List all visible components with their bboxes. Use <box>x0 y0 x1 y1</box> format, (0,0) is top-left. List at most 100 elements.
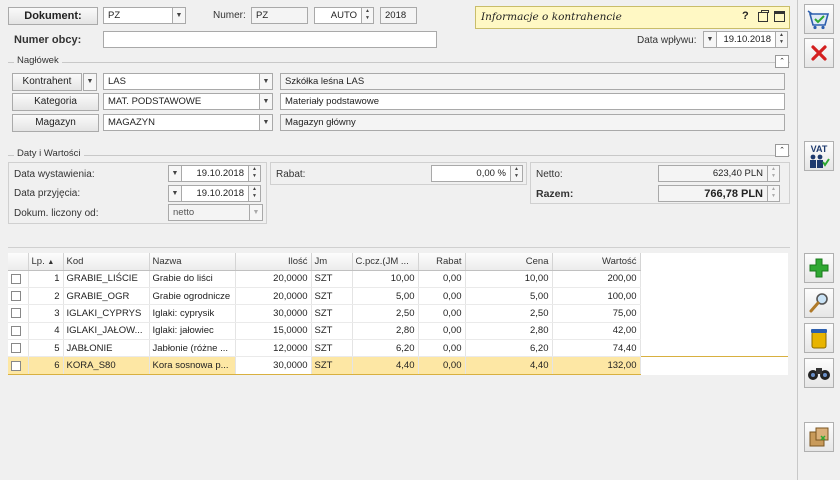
column-header-lp[interactable]: Lp. ▲ <box>28 253 64 271</box>
trash-icon <box>811 329 827 349</box>
save-button[interactable] <box>804 4 834 34</box>
cell-nazwa: Grabie ogrodnicze <box>149 287 236 306</box>
vat-button[interactable]: VAT <box>804 141 834 171</box>
row-checkbox[interactable] <box>8 339 29 358</box>
cell-rabat: 0,00 <box>418 270 466 288</box>
naglowek-collapse-button[interactable]: ⌃ <box>775 55 789 68</box>
table-row[interactable]: 5 JABŁONIE Jabłonie (różne ... 12,0000 SZT 6,… <box>8 339 788 358</box>
cell-rabat: 0,00 <box>418 356 466 375</box>
dokument-type-field[interactable]: PZ <box>103 7 173 24</box>
kontrahent-code-field[interactable]: LAS <box>103 73 260 90</box>
data-wplywu-spinner[interactable]: ▲ ▼ <box>775 31 788 48</box>
data-wystawienia-field[interactable]: 19.10.2018 <box>181 165 249 182</box>
items-table[interactable]: Lp. ▲ Kod Nazwa Ilość Jm C.pcz.(JM ... R… <box>8 253 788 375</box>
cell-nazwa: Grabie do liści <box>149 270 236 288</box>
column-header-jm[interactable]: Jm <box>311 253 353 271</box>
table-row[interactable]: 1 GRABIE_LIŚCIE Grabie do liści 20,0000 SZT 1… <box>8 270 788 288</box>
kontrahent-button[interactable]: Kontrahent <box>12 73 82 91</box>
razem-field: 766,78 PLN <box>658 185 768 202</box>
column-header-kod[interactable]: Kod <box>63 253 150 271</box>
info-kontrahent-panel[interactable]: Informacje o kontrahencie ? <box>475 6 790 29</box>
sort-asc-icon: ▲ <box>47 258 55 266</box>
cell-cena: 2,80 <box>465 322 553 341</box>
table-row[interactable]: 4 IGLAKI_JAŁOW... Iglaki: jałowiec 15,0000 S… <box>8 322 788 341</box>
data-wplywu-field[interactable]: 19.10.2018 <box>716 31 776 48</box>
column-header-cena[interactable]: Cena <box>465 253 553 271</box>
razem-spinner: ▲ ▼ <box>767 185 780 202</box>
cell-kod: KORA_S80 <box>63 356 150 375</box>
numer-spinner[interactable]: ▲ ▼ <box>361 7 374 24</box>
help-icon[interactable]: ? <box>742 10 749 22</box>
row-checkbox[interactable] <box>8 322 29 341</box>
numer-year-field: 2018 <box>380 7 417 24</box>
table-row[interactable]: 6 KORA_S80 Kora sosnowa p... 30,0000 SZT 4,40… <box>8 356 788 375</box>
cell-lp: 5 <box>28 339 64 358</box>
cell-nazwa: Iglaki: jałowiec <box>149 322 236 341</box>
export-button[interactable] <box>804 422 834 452</box>
add-item-button[interactable] <box>804 253 834 283</box>
kategoria-name-field[interactable]: Materiały podstawowe <box>280 93 785 110</box>
column-header-wartosc[interactable]: Wartość <box>552 253 641 271</box>
cell-filler <box>640 304 788 323</box>
kontrahent-code-dropdown[interactable]: ▼ <box>259 73 273 90</box>
table-row[interactable]: 2 GRABIE_OGR Grabie ogrodnicze 20,0000 SZT 5,… <box>8 287 788 306</box>
kategoria-code-field[interactable]: MAT. PODSTAWOWE <box>103 93 260 110</box>
cell-lp: 6 <box>28 356 64 375</box>
cell-filler <box>640 287 788 305</box>
row-checkbox[interactable] <box>8 356 29 375</box>
row-checkbox[interactable] <box>8 270 29 288</box>
netto-field: 623,40 PLN <box>658 165 768 182</box>
kategoria-button[interactable]: Kategoria <box>12 93 99 111</box>
data-wystawienia-dropdown[interactable]: ▼ <box>168 165 182 182</box>
row-checkbox[interactable] <box>8 304 29 323</box>
magazyn-code-dropdown[interactable]: ▼ <box>259 114 273 131</box>
maximize-window-icon[interactable] <box>774 11 785 22</box>
table-row[interactable]: 3 IGLAKI_CYPRYS Iglaki: cyprysik 30,0000 SZT… <box>8 304 788 323</box>
cell-ilosc: 12,0000 <box>235 339 312 358</box>
header-checkbox[interactable] <box>8 253 29 271</box>
data-wystawienia-spinner[interactable]: ▲ ▼ <box>248 165 261 182</box>
edit-item-button[interactable] <box>804 288 834 318</box>
data-wplywu-dropdown[interactable]: ▼ <box>703 31 717 48</box>
column-header-rabat[interactable]: Rabat <box>418 253 466 271</box>
cell-cpcz: 6,20 <box>352 339 419 358</box>
dokument-label-button[interactable]: Dokument: <box>8 7 98 25</box>
cell-wartosc: 75,00 <box>552 304 641 323</box>
rabat-field[interactable]: 0,00 % <box>431 165 511 182</box>
column-header-filler <box>640 253 788 270</box>
rabat-spinner[interactable]: ▲ ▼ <box>510 165 523 182</box>
cell-jm: SZT <box>311 304 353 323</box>
kontrahent-menu-dropdown[interactable]: ▼ <box>83 73 97 91</box>
naglowek-title: Nagłówek <box>14 55 62 66</box>
row-checkbox[interactable] <box>8 287 29 306</box>
vat-label: VAT <box>810 143 828 154</box>
cell-wartosc: 200,00 <box>552 270 641 288</box>
numer-auto-field[interactable]: AUTO <box>314 7 362 24</box>
cell-rabat: 0,00 <box>418 287 466 306</box>
dokument-type-dropdown[interactable]: ▼ <box>172 7 186 24</box>
razem-label: Razem: <box>536 188 574 200</box>
cell-rabat: 0,00 <box>418 304 466 323</box>
magazyn-button[interactable]: Magazyn <box>12 114 99 132</box>
magazyn-name-field: Magazyn główny <box>280 114 785 131</box>
data-przyjecia-spinner[interactable]: ▲ ▼ <box>248 185 261 202</box>
cell-filler <box>640 322 788 340</box>
column-header-nazwa[interactable]: Nazwa <box>149 253 236 271</box>
numer-obcy-input[interactable] <box>103 31 437 48</box>
data-przyjecia-dropdown[interactable]: ▼ <box>168 185 182 202</box>
daty-collapse-button[interactable]: ⌃ <box>775 144 789 157</box>
delete-item-button[interactable] <box>804 323 834 353</box>
data-przyjecia-field[interactable]: 19.10.2018 <box>181 185 249 202</box>
magazyn-code-field[interactable]: MAGAZYN <box>103 114 260 131</box>
restore-window-icon[interactable] <box>758 10 769 22</box>
kategoria-code-dropdown[interactable]: ▼ <box>259 93 273 110</box>
cell-lp: 2 <box>28 287 64 306</box>
cancel-button[interactable] <box>804 38 834 68</box>
column-header-ilosc[interactable]: Ilość <box>235 253 312 271</box>
naglowek-group <box>8 62 790 63</box>
cell-cpcz: 10,00 <box>352 270 419 288</box>
cell-ilosc: 20,0000 <box>235 287 312 306</box>
find-button[interactable] <box>804 358 834 388</box>
column-header-cpcz[interactable]: C.pcz.(JM ... <box>352 253 419 271</box>
cell-kod: JABŁONIE <box>63 339 150 358</box>
